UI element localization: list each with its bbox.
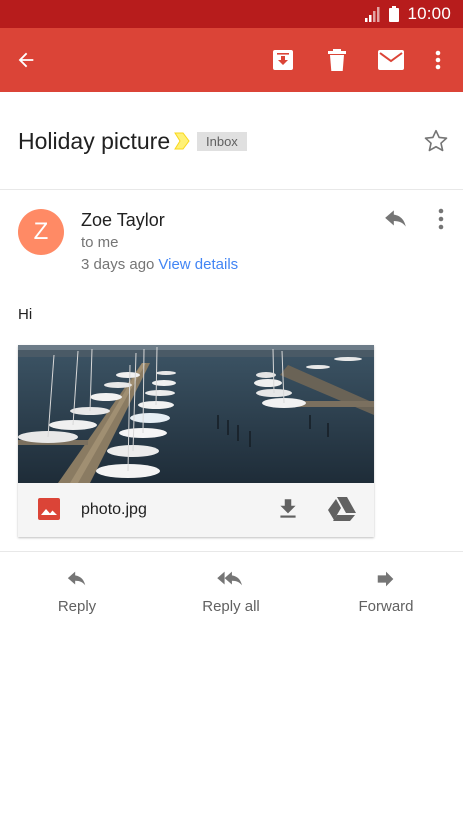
- reply-all-button[interactable]: Reply all: [166, 568, 296, 615]
- status-time: 10:00: [407, 4, 451, 23]
- importance-marker-icon[interactable]: [174, 132, 190, 150]
- subject-row: Holiday picture Inbox: [0, 92, 463, 190]
- download-icon[interactable]: [275, 496, 301, 522]
- back-button[interactable]: [2, 28, 50, 92]
- view-details-link[interactable]: View details: [158, 256, 238, 273]
- attachment-preview-image[interactable]: [18, 345, 374, 483]
- sender-name: Zoe Taylor: [81, 210, 165, 230]
- drive-icon[interactable]: [328, 496, 356, 522]
- arrow-back-icon: [18, 52, 34, 68]
- reply-label: Reply: [57, 598, 97, 615]
- more-vert-icon[interactable]: [428, 206, 454, 232]
- sent-time-row: 3 days ago View details: [81, 256, 238, 273]
- trash-icon: [328, 49, 346, 71]
- sent-time: 3 days ago: [81, 256, 155, 273]
- star-outline-icon[interactable]: [423, 128, 449, 154]
- forward-icon: [377, 571, 394, 587]
- forward-label: Forward: [358, 598, 414, 615]
- attachment-bar: photo.jpg: [18, 483, 374, 537]
- status-bar: 10:00: [0, 0, 463, 28]
- archive-button[interactable]: [259, 28, 307, 92]
- sender-header: Z Zoe Taylor to me 3 days ago View detail…: [0, 190, 463, 290]
- email-body: Hi: [18, 306, 33, 323]
- label-chip-inbox[interactable]: Inbox: [197, 132, 247, 151]
- archive-icon: [273, 50, 293, 70]
- more-vert-icon: [435, 50, 441, 70]
- recipient-text: to me: [81, 234, 119, 251]
- divider: [0, 551, 463, 552]
- status-icons: 10:00: [365, 4, 451, 24]
- avatar[interactable]: Z: [18, 209, 64, 255]
- battery-icon: [389, 6, 400, 22]
- attachment-file-name[interactable]: photo.jpg: [81, 501, 147, 519]
- delete-button[interactable]: [313, 28, 361, 92]
- reply-all-icon: [217, 571, 242, 586]
- email-subject: Holiday picture: [18, 128, 171, 154]
- more-options-button[interactable]: [414, 28, 462, 92]
- mail-icon: [378, 50, 404, 70]
- signal-icon: [365, 6, 380, 22]
- reply-icon: [67, 571, 86, 586]
- mark-unread-button[interactable]: [367, 28, 415, 92]
- image-file-icon: [38, 498, 60, 520]
- reply-button[interactable]: Reply: [12, 568, 142, 615]
- reply-icon[interactable]: [383, 206, 409, 232]
- reply-all-label: Reply all: [202, 598, 260, 615]
- attachment-card[interactable]: photo.jpg: [18, 345, 374, 537]
- forward-button[interactable]: Forward: [321, 568, 451, 615]
- app-bar: [0, 28, 463, 92]
